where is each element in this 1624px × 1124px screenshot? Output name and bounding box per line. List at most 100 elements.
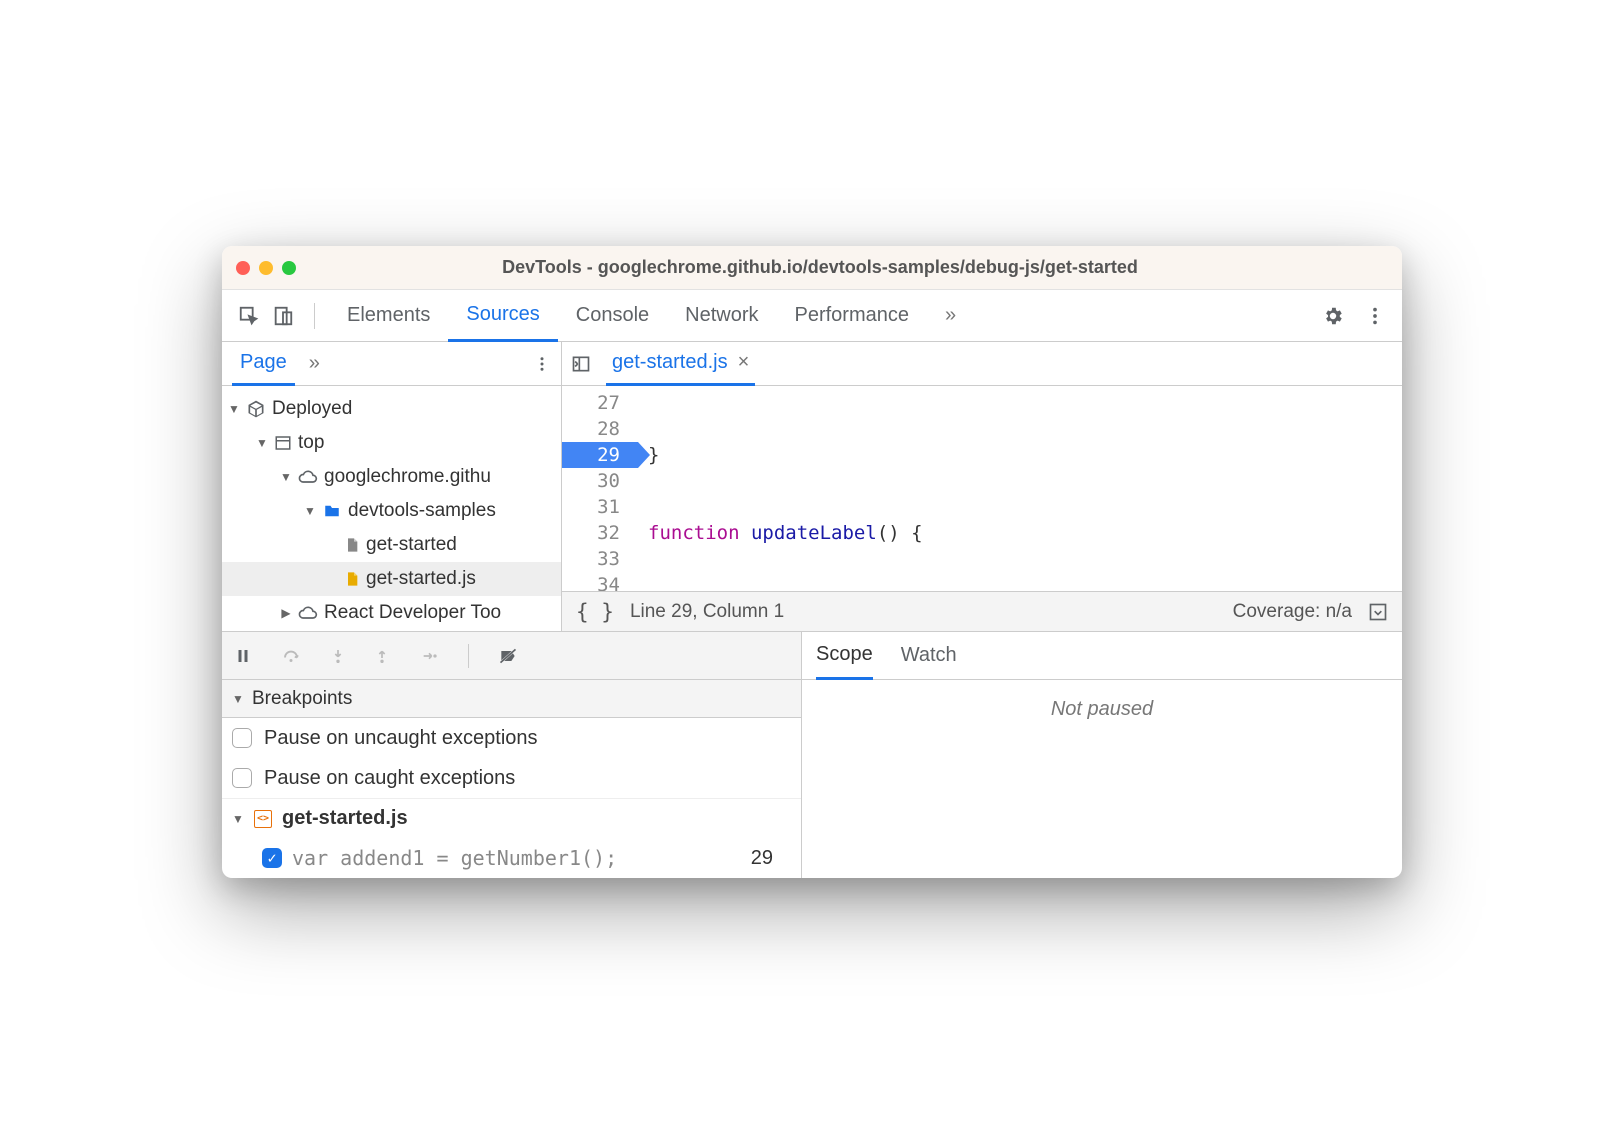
line-number[interactable]: 28	[562, 416, 638, 442]
editor-tabbar: get-started.js ×	[562, 342, 1402, 386]
line-number[interactable]: 34	[562, 572, 638, 591]
tree-origin[interactable]: ▼ googlechrome.githu	[222, 460, 561, 494]
tree-label: get-started.js	[366, 568, 476, 590]
breakpoint-entry[interactable]: ✓ var addend1 = getNumber1(); 29	[222, 838, 801, 878]
tree-top[interactable]: ▼ top	[222, 426, 561, 460]
checkbox-unchecked[interactable]	[232, 728, 252, 748]
folder-icon	[322, 502, 342, 520]
kebab-menu-icon[interactable]	[1360, 301, 1390, 331]
tree-label: googlechrome.githu	[324, 466, 491, 488]
coverage-dropdown-icon[interactable]	[1368, 602, 1388, 622]
tab-console[interactable]: Console	[558, 290, 667, 342]
navigator-more-tabs-icon[interactable]: »	[309, 352, 320, 375]
line-number[interactable]: 32	[562, 520, 638, 546]
device-toolbar-icon[interactable]	[268, 301, 298, 331]
frame-icon	[274, 434, 292, 452]
js-file-icon	[344, 569, 360, 589]
editor-tab-label: get-started.js	[612, 351, 728, 374]
show-navigator-icon[interactable]	[570, 354, 592, 374]
code-editor[interactable]: 27 28 29 30 31 32 33 34 35 } function up…	[562, 386, 1402, 591]
coverage-status: Coverage: n/a	[1233, 601, 1352, 623]
devtools-window: DevTools - googlechrome.github.io/devtoo…	[222, 246, 1402, 878]
tree-label: top	[298, 432, 324, 454]
editor-statusbar: { } Line 29, Column 1 Coverage: n/a	[562, 591, 1402, 631]
tree-react-ext[interactable]: ▶ React Developer Too	[222, 596, 561, 630]
inspect-element-icon[interactable]	[234, 301, 264, 331]
tree-file-html[interactable]: get-started	[222, 528, 561, 562]
tree-deployed[interactable]: ▼ Deployed	[222, 392, 561, 426]
cube-icon	[246, 399, 266, 419]
minimize-window-button[interactable]	[259, 261, 273, 275]
breakpoint-line-number: 29	[751, 847, 791, 870]
tree-folder[interactable]: ▼ devtools-samples	[222, 494, 561, 528]
checkbox-checked[interactable]: ✓	[262, 848, 282, 868]
right-tabbar: Scope Watch	[802, 632, 1402, 680]
main-toolbar: Elements Sources Console Network Perform…	[222, 290, 1402, 342]
deactivate-breakpoints-icon[interactable]	[497, 646, 519, 666]
chevron-down-icon: ▼	[232, 692, 244, 706]
tree-label: Deployed	[272, 398, 352, 420]
chevron-down-icon: ▼	[304, 504, 316, 518]
breakpoint-code: var addend1 = getNumber1();	[292, 846, 617, 870]
code-content[interactable]: } function updateLabel() { var addend1 =…	[638, 386, 1402, 591]
navigator-menu-icon[interactable]	[533, 355, 551, 373]
window-title: DevTools - googlechrome.github.io/devtoo…	[312, 257, 1388, 278]
not-paused-message: Not paused	[802, 680, 1402, 739]
step-out-icon[interactable]	[374, 646, 390, 666]
close-tab-icon[interactable]: ×	[738, 351, 750, 374]
chevron-down-icon: ▼	[256, 436, 268, 450]
debugger-panel: ▼ Breakpoints Pause on uncaught exceptio…	[222, 632, 1402, 878]
more-tabs-icon[interactable]: »	[927, 290, 974, 342]
maximize-window-button[interactable]	[282, 261, 296, 275]
file-icon	[344, 535, 360, 555]
close-window-button[interactable]	[236, 261, 250, 275]
pause-icon[interactable]	[234, 647, 252, 665]
section-title: Breakpoints	[252, 688, 352, 710]
cursor-position: Line 29, Column 1	[630, 601, 784, 623]
divider	[314, 303, 315, 329]
cloud-icon	[298, 603, 318, 623]
breakpoints-section-header[interactable]: ▼ Breakpoints	[222, 680, 801, 718]
line-number[interactable]: 27	[562, 390, 638, 416]
tab-performance[interactable]: Performance	[777, 290, 928, 342]
tab-network[interactable]: Network	[667, 290, 776, 342]
navigator-tab-page[interactable]: Page	[232, 342, 295, 386]
breakpoint-file-group[interactable]: ▼ <> get-started.js	[222, 798, 801, 838]
option-label: Pause on uncaught exceptions	[264, 727, 538, 750]
editor-panel: get-started.js × 27 28 29 30 31 32 33 34…	[562, 342, 1402, 631]
tree-file-js[interactable]: get-started.js	[222, 562, 561, 596]
step-icon[interactable]	[418, 648, 440, 664]
line-number[interactable]: 33	[562, 546, 638, 572]
chevron-down-icon: ▼	[280, 470, 292, 484]
step-into-icon[interactable]	[330, 646, 346, 666]
pretty-print-icon[interactable]: { }	[576, 600, 614, 624]
settings-icon[interactable]	[1318, 301, 1348, 331]
option-label: Pause on caught exceptions	[264, 767, 515, 790]
js-badge-icon: <>	[254, 810, 272, 828]
pause-caught-row[interactable]: Pause on caught exceptions	[222, 758, 801, 798]
pause-uncaught-row[interactable]: Pause on uncaught exceptions	[222, 718, 801, 758]
scope-watch-panel: Scope Watch Not paused	[802, 632, 1402, 878]
tab-sources[interactable]: Sources	[448, 290, 557, 342]
navigator-tabbar: Page »	[222, 342, 561, 386]
tab-elements[interactable]: Elements	[329, 290, 448, 342]
chevron-down-icon: ▼	[232, 812, 244, 826]
tab-watch[interactable]: Watch	[901, 632, 957, 680]
chevron-right-icon: ▶	[280, 606, 292, 620]
file-tree: ▼ Deployed ▼ top ▼ googlechrome.githu ▼	[222, 386, 561, 631]
tab-scope[interactable]: Scope	[816, 632, 873, 680]
line-number[interactable]: 30	[562, 468, 638, 494]
tree-label: get-started	[366, 534, 457, 556]
navigator-panel: Page » ▼ Deployed ▼ top ▼	[222, 342, 562, 631]
line-number[interactable]: 31	[562, 494, 638, 520]
line-number-breakpoint[interactable]: 29	[562, 442, 638, 468]
line-gutter[interactable]: 27 28 29 30 31 32 33 34 35	[562, 386, 638, 591]
editor-tab-file[interactable]: get-started.js ×	[606, 342, 755, 386]
debugger-toolbar	[222, 632, 801, 680]
cloud-icon	[298, 467, 318, 487]
titlebar: DevTools - googlechrome.github.io/devtoo…	[222, 246, 1402, 290]
step-over-icon[interactable]	[280, 647, 302, 665]
checkbox-unchecked[interactable]	[232, 768, 252, 788]
chevron-down-icon: ▼	[228, 402, 240, 416]
main-tabs: Elements Sources Console Network Perform…	[329, 290, 1316, 342]
